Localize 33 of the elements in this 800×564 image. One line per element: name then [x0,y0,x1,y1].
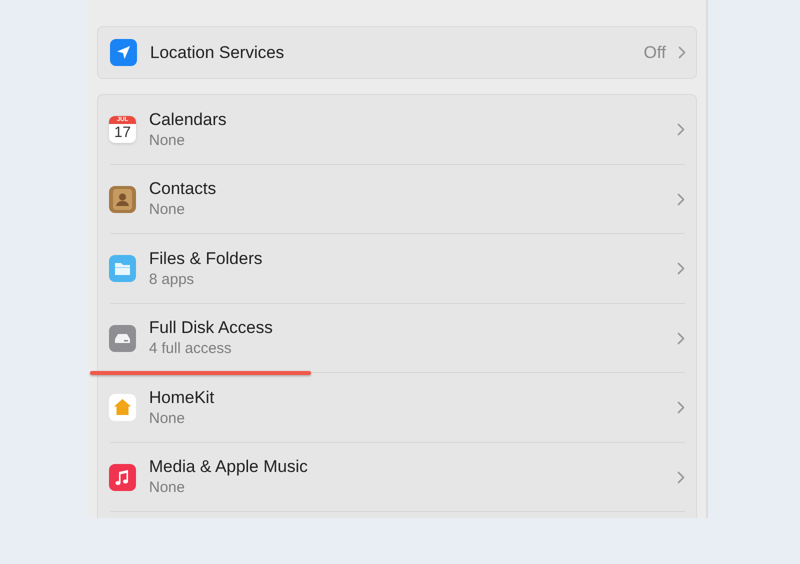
row-title: Contacts [149,178,216,200]
chevron-icon [677,470,685,484]
chevron-icon [677,123,685,136]
row-detail: None [149,408,186,429]
privacy-row[interactable]: Contacts None [98,164,696,234]
chevron-icon [677,401,685,414]
privacy-row[interactable]: Media & Apple Music None [98,442,696,512]
calendar-day: 17 [114,124,131,142]
drive-icon [109,324,136,352]
privacy-row[interactable]: Full Disk Access 4 full access [98,304,696,373]
house-icon [109,394,136,422]
row-title: Location Services [150,42,284,64]
row-detail: None [149,200,186,220]
chevron-icon [678,46,686,59]
row-title: Calendars [149,108,226,130]
chevron-icon [677,262,685,276]
folder-icon [109,255,136,282]
privacy-row[interactable]: Files & Folders 8 apps [98,234,696,304]
row-detail: 8 apps [149,270,196,290]
privacy-row[interactable]: HomeKit None [98,373,696,442]
row-title: Media & Apple Music [149,456,308,478]
chevron-icon [677,192,685,206]
chevron-icon [677,332,685,345]
row-detail: None [149,478,186,498]
row-detail: None [149,130,186,151]
music-note-icon [109,464,136,491]
row-title: Files & Folders [149,248,262,269]
contacts-book-icon [109,186,136,213]
status-value: Off [644,42,666,64]
row-title: HomeKit [149,386,214,408]
row-title: Full Disk Access [149,317,273,338]
location-services-row[interactable]: Location Services Off [97,26,697,79]
row-detail: 4 full access [149,339,233,360]
